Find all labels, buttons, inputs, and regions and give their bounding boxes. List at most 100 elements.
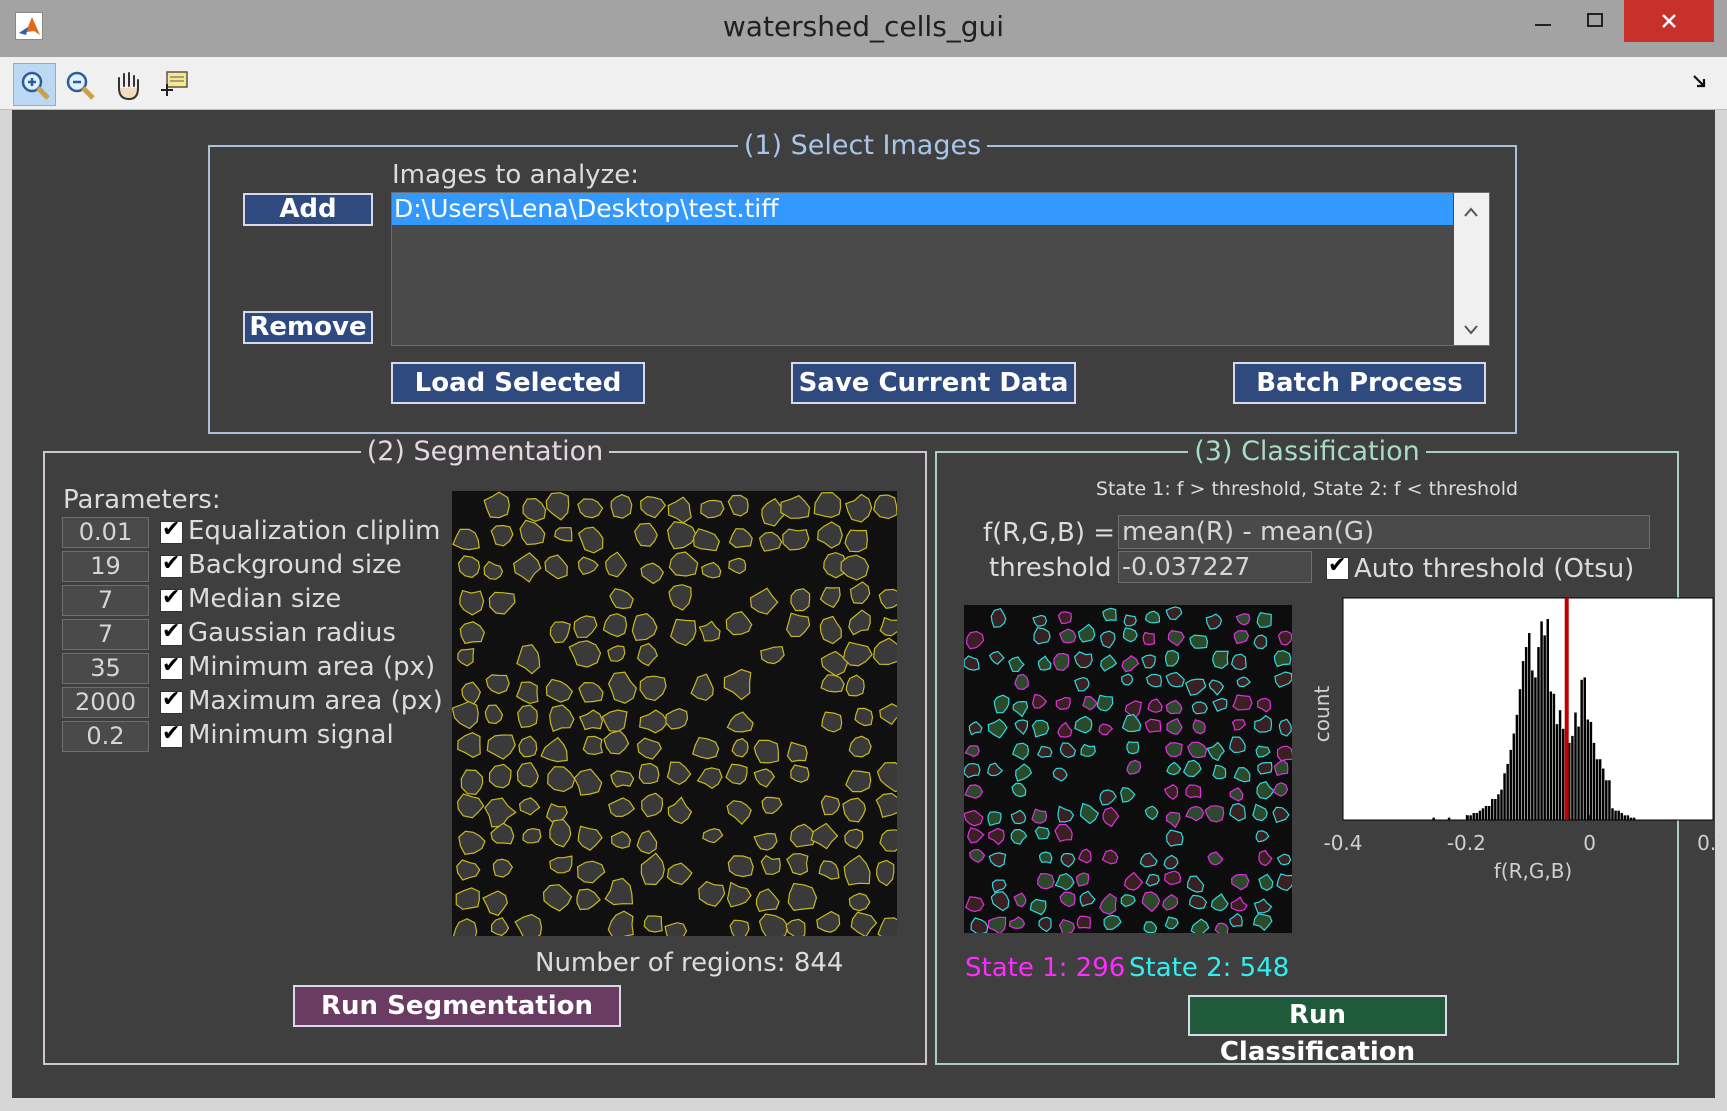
cell-outline xyxy=(549,621,571,644)
scroll-up-icon[interactable] xyxy=(1463,203,1479,217)
parameter-value-input[interactable]: 19 xyxy=(62,551,149,582)
toolbar-dock-arrow-icon[interactable] xyxy=(1690,72,1710,92)
parameter-value-input[interactable]: 0.2 xyxy=(62,721,149,752)
histogram-bar xyxy=(1605,780,1608,820)
cell-outline xyxy=(848,735,872,758)
segmentation-image xyxy=(452,491,897,936)
parameter-value-input[interactable]: 7 xyxy=(62,619,149,650)
cell-outline xyxy=(785,918,806,936)
cell-outline xyxy=(670,618,697,647)
cell-outline xyxy=(554,527,573,542)
load-selected-button[interactable]: Load Selected xyxy=(391,362,645,404)
cell-outline xyxy=(1031,808,1048,824)
state-1-count-text: State 1: 296 xyxy=(965,953,1126,983)
cell-outline xyxy=(1208,679,1225,696)
close-button[interactable] xyxy=(1624,0,1714,42)
zoom-in-icon[interactable] xyxy=(13,63,56,106)
cell-outline xyxy=(964,745,980,758)
parameter-checkbox[interactable] xyxy=(160,551,183,578)
images-list-item[interactable]: D:\Users\Lena\Desktop\test.tiff xyxy=(392,193,1453,225)
cell-outline xyxy=(876,859,895,887)
cell-outline xyxy=(876,761,897,793)
parameter-checkbox[interactable] xyxy=(160,687,183,714)
histogram-chart: -0.4 -0.2 0 0.2 f(R,G,B) count xyxy=(1300,590,1727,970)
cell-outline xyxy=(990,891,1010,912)
cell-outline xyxy=(1010,828,1028,845)
cell-outline xyxy=(1098,723,1114,736)
function-input[interactable]: mean(R) - mean(G) xyxy=(1118,515,1650,549)
parameter-checkbox[interactable] xyxy=(160,619,183,646)
threshold-input[interactable]: -0.037227 xyxy=(1118,551,1312,583)
cell-outline xyxy=(845,770,872,793)
cell-outline xyxy=(1252,913,1273,932)
cell-outline xyxy=(634,522,658,547)
remove-button[interactable]: Remove xyxy=(243,311,373,344)
cell-outline xyxy=(1123,627,1138,643)
images-list-scrollbar[interactable] xyxy=(1454,193,1489,345)
cell-outline xyxy=(1165,606,1183,621)
cell-outline xyxy=(758,913,789,936)
auto-threshold-checkbox[interactable] xyxy=(1326,553,1349,580)
add-button[interactable]: Add xyxy=(243,193,373,226)
parameter-value-input[interactable]: 7 xyxy=(62,585,149,616)
data-cursor-icon[interactable] xyxy=(152,63,195,106)
cell-outline xyxy=(1144,718,1162,733)
minimize-button[interactable] xyxy=(1520,0,1566,42)
parameter-value-input[interactable]: 35 xyxy=(62,653,149,684)
parameter-checkbox[interactable] xyxy=(160,585,183,612)
cell-outline xyxy=(610,770,635,788)
histogram-bar xyxy=(1515,714,1519,820)
cell-outline xyxy=(991,879,1007,893)
cell-outline xyxy=(844,529,869,553)
parameter-checkbox[interactable] xyxy=(160,653,183,680)
cell-outline xyxy=(547,766,576,793)
cell-outline xyxy=(452,700,479,730)
run-segmentation-button[interactable]: Run Segmentation xyxy=(293,985,621,1027)
histogram-bar xyxy=(1528,633,1531,820)
cell-outline xyxy=(456,793,485,819)
cell-outline xyxy=(522,827,542,844)
maximize-button[interactable] xyxy=(1572,0,1618,42)
cell-outline xyxy=(488,763,512,789)
cell-outline xyxy=(452,528,480,551)
parameter-checkbox[interactable] xyxy=(160,517,183,544)
cell-outline xyxy=(518,797,541,816)
histogram-bar xyxy=(1608,780,1611,820)
cell-outline xyxy=(854,707,874,727)
cell-outline xyxy=(1229,802,1246,822)
cell-outline xyxy=(544,554,568,580)
cell-outline xyxy=(1232,694,1253,711)
cell-outline xyxy=(1145,673,1163,688)
segmentation-legend: (2) Segmentation xyxy=(366,436,604,467)
histogram-bar xyxy=(1574,712,1577,820)
cell-outline xyxy=(636,829,658,855)
parameter-value-input[interactable]: 0.01 xyxy=(62,517,149,548)
cell-outline xyxy=(875,792,897,818)
save-current-data-button[interactable]: Save Current Data xyxy=(791,362,1076,404)
parameter-value-input[interactable]: 2000 xyxy=(62,687,149,718)
cell-outline xyxy=(780,494,811,519)
batch-process-button[interactable]: Batch Process xyxy=(1233,362,1486,404)
toolbar xyxy=(0,57,1727,110)
parameter-label: Gaussian radius xyxy=(188,618,396,648)
cell-outline xyxy=(786,741,808,763)
cell-outline xyxy=(725,763,748,785)
cell-outline xyxy=(484,797,517,828)
histogram-bar xyxy=(1632,817,1636,820)
cell-outline xyxy=(753,832,778,851)
zoom-out-icon[interactable] xyxy=(58,63,101,106)
cell-outline xyxy=(1166,761,1182,776)
cell-outline xyxy=(666,761,692,785)
cell-outline xyxy=(522,497,547,522)
parameter-checkbox[interactable] xyxy=(160,721,183,748)
cell-outline xyxy=(728,557,747,575)
cell-outline xyxy=(1121,654,1140,673)
histogram-bar xyxy=(1629,817,1633,820)
cell-outline xyxy=(848,892,871,912)
cell-outline xyxy=(1142,631,1156,646)
cell-outline xyxy=(1080,743,1096,757)
scroll-down-icon[interactable] xyxy=(1463,321,1479,335)
pan-hand-icon[interactable] xyxy=(106,63,149,106)
run-classification-button[interactable]: Run Classification xyxy=(1188,995,1447,1067)
histogram-bar xyxy=(1546,619,1549,820)
